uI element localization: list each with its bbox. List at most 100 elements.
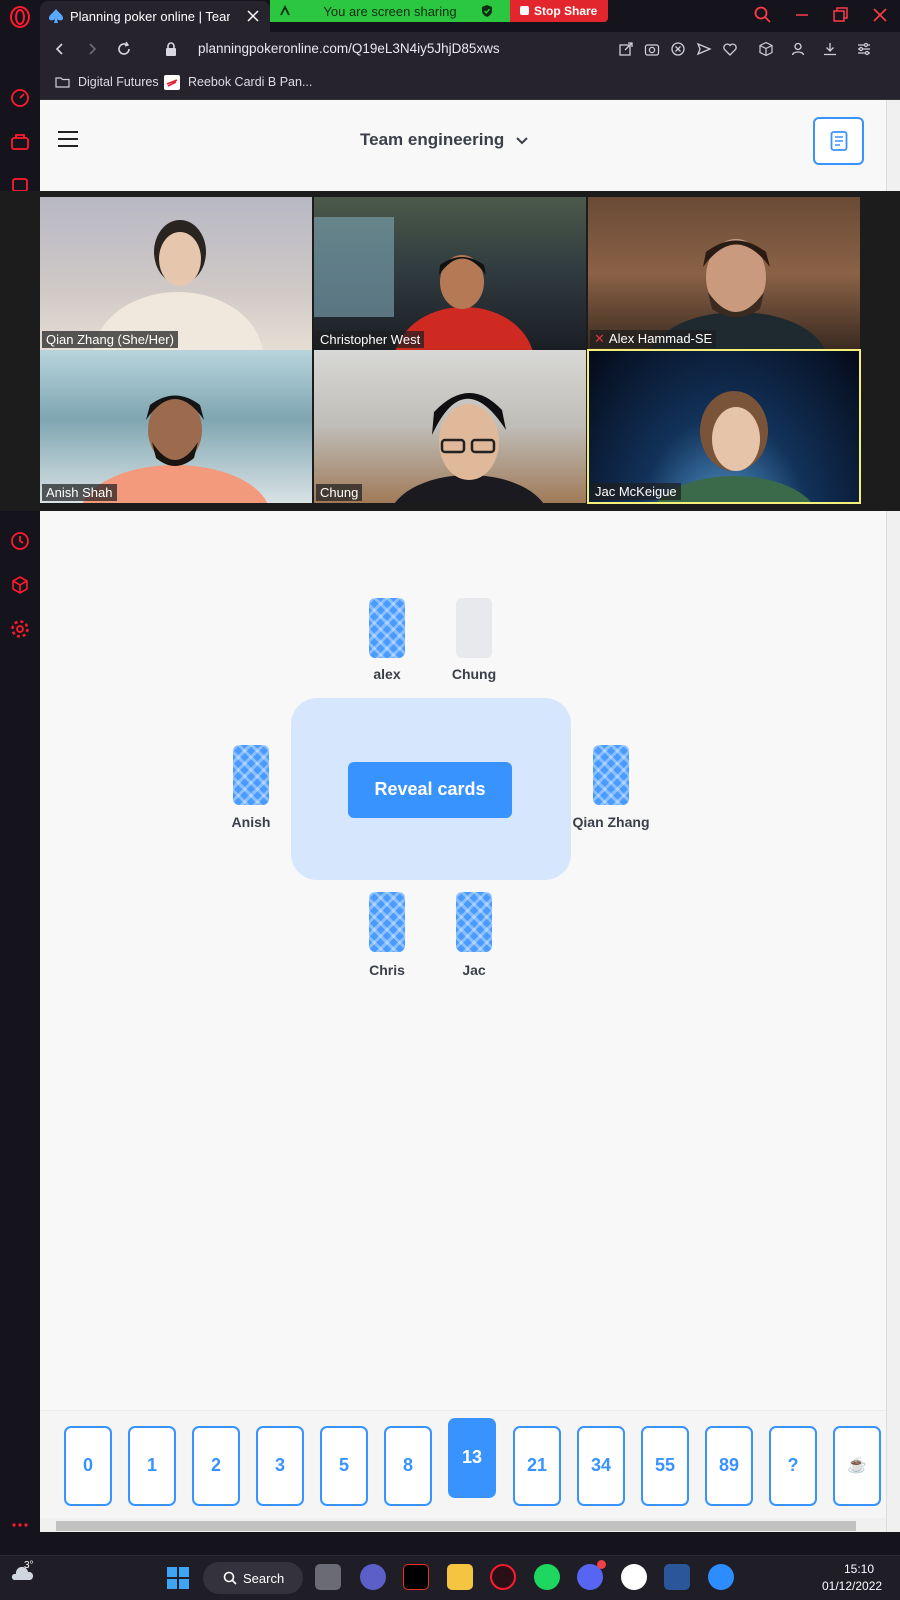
forward-icon[interactable]	[84, 41, 100, 57]
close-tab-icon[interactable]	[246, 9, 260, 23]
participant-name: Qian Zhang (She/Her)	[42, 331, 178, 348]
task-view-icon[interactable]	[315, 1564, 341, 1590]
deck-card-5[interactable]: 5	[320, 1426, 368, 1506]
player-card-chris	[369, 892, 405, 952]
video-tile-anish-shah[interactable]: Anish Shah	[40, 350, 312, 503]
taskbar-search[interactable]: Search	[203, 1562, 303, 1594]
history-icon[interactable]	[9, 530, 31, 552]
participant-name: Jac McKeigue	[591, 483, 681, 500]
bookmark-digital-futures[interactable]: Digital Futures	[78, 75, 159, 89]
deck-card-89[interactable]: 89	[705, 1426, 753, 1506]
reveal-cards-button[interactable]: Reveal cards	[348, 762, 512, 818]
share-page-icon[interactable]	[618, 41, 634, 57]
heart-bookmark-icon[interactable]	[722, 41, 738, 57]
workspace-icon[interactable]	[9, 131, 31, 153]
deck-card-2[interactable]: 2	[192, 1426, 240, 1506]
video-tile-qian-zhang[interactable]: Qian Zhang (She/Her)	[40, 197, 312, 350]
deck-card-value: 8	[402, 1455, 413, 1475]
deck-card-value: 21	[526, 1455, 548, 1475]
deck-card-value: 1	[146, 1455, 157, 1475]
download-icon[interactable]	[822, 41, 838, 57]
send-icon[interactable]	[696, 41, 712, 57]
hamburger-menu-icon[interactable]	[58, 130, 78, 148]
bookmarks-bar: Digital Futures Reebok Cardi B Pan...	[40, 66, 900, 100]
extensions-icon[interactable]	[758, 41, 774, 57]
ryzen-master-icon[interactable]	[403, 1564, 429, 1590]
game-title[interactable]: Team engineering	[360, 130, 529, 150]
file-explorer-icon[interactable]	[447, 1564, 473, 1590]
participant-video-image	[82, 395, 268, 503]
word-icon[interactable]	[664, 1564, 690, 1590]
deck-card-8[interactable]: 8	[384, 1426, 432, 1506]
deck-card-value: ?	[787, 1455, 799, 1475]
deck-card-value: 5	[338, 1455, 349, 1475]
teams-chat-icon[interactable]	[360, 1564, 386, 1590]
video-tile-christopher-west[interactable]: Christopher West	[314, 197, 586, 350]
participant-video-image	[314, 217, 533, 350]
windows-start-icon[interactable]	[166, 1566, 190, 1590]
profile-icon[interactable]	[790, 41, 806, 57]
lock-icon[interactable]	[164, 41, 178, 57]
mongodb-compass-icon[interactable]	[621, 1564, 647, 1590]
extensions-cube-icon[interactable]	[9, 574, 31, 596]
spotify-icon[interactable]	[534, 1564, 560, 1590]
zoom-icon[interactable]	[708, 1564, 734, 1590]
video-tile-chung[interactable]: Chung	[314, 350, 586, 503]
search-icon	[223, 1571, 237, 1585]
deck-card-3[interactable]: 3	[256, 1426, 304, 1506]
stop-share-button[interactable]: Stop Share	[510, 0, 608, 22]
adblock-icon[interactable]	[670, 41, 686, 57]
player-card-anish	[233, 745, 269, 805]
close-window-icon[interactable]	[870, 5, 890, 25]
opera-logo-icon[interactable]	[9, 6, 31, 28]
video-tile-alex-hammad[interactable]: ✕ Alex Hammad-SE	[588, 197, 860, 350]
screen-share-banner: You are screen sharing	[270, 0, 510, 22]
clock-time[interactable]: 15:10	[844, 1562, 874, 1576]
restore-icon[interactable]	[830, 5, 850, 25]
deck-card-34[interactable]: 34	[577, 1426, 625, 1506]
url-field[interactable]: planningpokeronline.com/Q19eL3N4iy5JhjD8…	[198, 41, 500, 56]
coffee-icon: ☕	[847, 1457, 867, 1474]
clock-date[interactable]: 01/12/2022	[822, 1579, 882, 1593]
participant-video-image	[656, 391, 812, 502]
player-card-jac	[456, 892, 492, 952]
back-icon[interactable]	[52, 41, 68, 57]
deck-card-21[interactable]: 21	[513, 1426, 561, 1506]
settings-gear-icon[interactable]	[9, 618, 31, 640]
horizontal-scroll-thumb[interactable]	[56, 1521, 856, 1531]
deck-card-coffee[interactable]: ☕	[833, 1426, 881, 1506]
deck-card-0[interactable]: 0	[64, 1426, 112, 1506]
easy-setup-icon[interactable]	[856, 41, 872, 57]
video-tile-jac-mckeigue[interactable]: Jac McKeigue	[587, 349, 861, 504]
bookmark-reebok[interactable]: Reebok Cardi B Pan...	[188, 75, 312, 89]
snapshot-camera-icon[interactable]	[644, 41, 660, 57]
planning-poker-favicon-icon	[48, 8, 64, 24]
opera-taskbar-icon[interactable]	[490, 1564, 516, 1590]
tab-title: Planning poker online | Team	[70, 9, 230, 24]
deck-card-13-selected[interactable]: 13	[448, 1418, 496, 1498]
speed-dial-icon[interactable]	[9, 87, 31, 109]
player-card-alex	[369, 598, 405, 658]
deck-card-1[interactable]: 1	[128, 1426, 176, 1506]
search-tabs-icon[interactable]	[753, 5, 773, 25]
deck-card-55[interactable]: 55	[641, 1426, 689, 1506]
reload-icon[interactable]	[116, 41, 132, 57]
issues-panel-button[interactable]	[813, 117, 864, 165]
player-name-chung: Chung	[451, 666, 497, 682]
chevron-down-icon	[515, 136, 529, 146]
more-icon[interactable]	[9, 1520, 31, 1530]
deck-card-value: 13	[461, 1447, 483, 1467]
deck-card-question[interactable]: ?	[769, 1426, 817, 1506]
reveal-cards-label: Reveal cards	[374, 779, 486, 799]
minimize-icon[interactable]	[792, 5, 812, 25]
player-card-chung	[456, 598, 492, 658]
stop-share-label: Stop Share	[534, 4, 598, 18]
deck-card-value: 0	[82, 1455, 93, 1475]
notification-badge-icon	[597, 1560, 606, 1569]
tab-planning-poker[interactable]: Planning poker online | Team	[40, 1, 270, 32]
reebok-favicon-icon	[164, 75, 180, 90]
folder-icon	[55, 75, 70, 89]
deck-card-value: 89	[718, 1455, 740, 1475]
player-name-jac: Jac	[462, 962, 486, 978]
deck-card-value: 3	[274, 1455, 285, 1475]
